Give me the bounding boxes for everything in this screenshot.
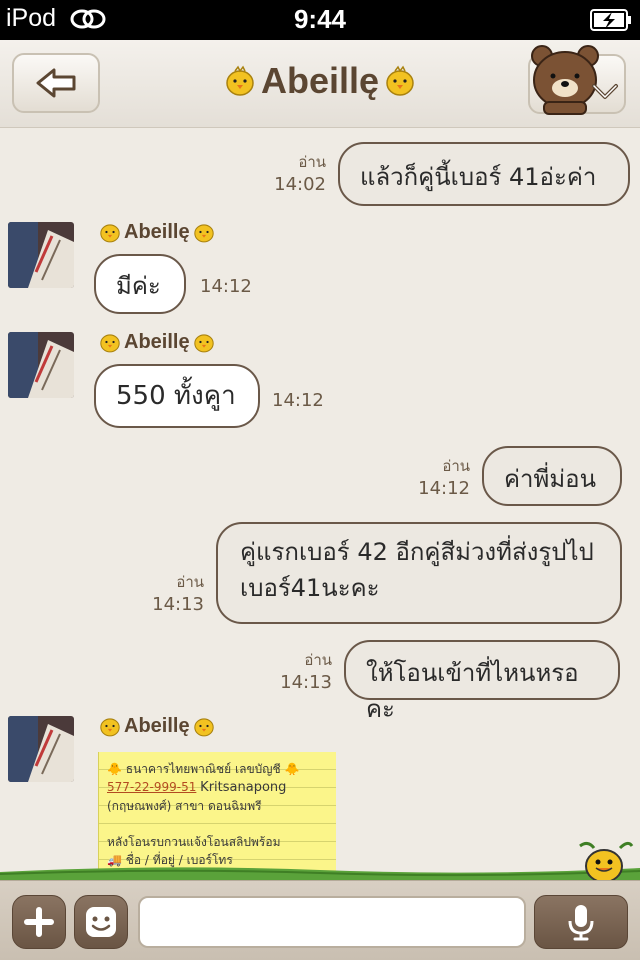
note-line: หลังโอนรบกวนแจ้งโอนสลิปพร้อม <box>107 835 281 849</box>
chick-icon <box>100 718 120 737</box>
message-time: 14:13 <box>280 672 332 693</box>
account-name: Kritsanapong <box>200 780 287 795</box>
note-line: (กฤษณพงศ์) สาขา ดอนฉิมพรี <box>107 799 262 813</box>
sender-name-text: Abeillę <box>124 220 190 243</box>
read-receipt: อ่าน <box>304 651 332 669</box>
avatar-photo <box>8 332 74 398</box>
message-input-bar <box>0 880 640 960</box>
read-receipt: อ่าน <box>298 153 326 171</box>
read-receipt: อ่าน <box>442 457 470 475</box>
message-time: 14:12 <box>418 478 470 499</box>
chick-icon <box>100 224 120 243</box>
sender-name: Abeillę <box>98 220 216 244</box>
avatar-photo <box>8 716 74 782</box>
outgoing-message-bubble[interactable]: คู่แรกเบอร์ 42 อีกคู่สีม่วงที่ส่งรูปไป เ… <box>216 522 622 624</box>
note-line: 🐥 ธนาคารไทยพาณิชย์ เลขบัญชี 🐥 <box>107 762 300 776</box>
back-arrow-icon <box>36 68 76 98</box>
battery-charging-icon <box>590 9 631 31</box>
incoming-message-bubble[interactable]: 550 ทั้งคูา <box>94 364 260 428</box>
back-button[interactable] <box>12 53 100 113</box>
chat-title: Abeillę <box>140 60 500 102</box>
outgoing-message-bubble[interactable]: แล้วก็คู่นี้เบอร์ 41อ่ะค่า <box>338 142 630 206</box>
sender-name-text: Abeillę <box>124 714 190 737</box>
message-time: 14:13 <box>152 594 204 615</box>
sender-name: Abeillę <box>98 714 216 738</box>
outgoing-message-bubble[interactable]: ให้โอนเข้าที่ไหนหรอคะ <box>344 640 620 723</box>
sticker-button[interactable] <box>74 895 128 949</box>
incoming-message-bubble[interactable]: มีค่ะ <box>94 254 186 314</box>
chick-mascot-icon <box>579 841 634 882</box>
message-time: 14:12 <box>272 390 324 411</box>
clock: 9:44 <box>293 4 347 34</box>
add-button[interactable] <box>12 895 66 949</box>
status-bar: iPod 9:44 <box>0 0 640 40</box>
chevron-down-icon[interactable] <box>590 78 620 102</box>
chick-icon <box>193 334 214 353</box>
image-message[interactable]: 🐥 ธนาคารไทยพาณิชย์ เลขบัญชี 🐥 577-22-999… <box>98 752 336 880</box>
plus-icon <box>24 907 54 937</box>
avatar-photo <box>8 222 74 288</box>
chick-icon <box>100 334 120 353</box>
chick-icon <box>193 718 214 737</box>
account-number: 577-22-999-51 <box>107 780 197 794</box>
chat-title-text: Abeillę <box>260 60 380 101</box>
voice-button[interactable] <box>534 895 628 949</box>
grass-decoration <box>0 867 640 882</box>
avatar[interactable] <box>8 222 74 288</box>
sender-name-text: Abeillę <box>124 330 190 353</box>
message-meta: อ่าน 14:02 <box>274 150 326 195</box>
chick-icon <box>226 65 254 96</box>
chick-icon <box>193 224 214 243</box>
sender-name: Abeillę <box>98 330 216 354</box>
message-meta: อ่าน 14:12 <box>418 454 470 499</box>
microphone-icon <box>568 905 594 941</box>
message-input[interactable] <box>138 896 526 948</box>
chick-icon <box>386 65 414 96</box>
message-list[interactable]: อ่าน 14:02 แล้วก็คู่นี้เบอร์ 41อ่ะค่า Ab… <box>0 128 640 880</box>
read-receipt: อ่าน <box>176 573 204 591</box>
note-spacer <box>107 815 330 833</box>
avatar[interactable] <box>8 716 74 782</box>
message-meta: อ่าน 14:13 <box>152 570 204 615</box>
avatar[interactable] <box>8 332 74 398</box>
message-time: 14:12 <box>200 276 252 297</box>
message-time: 14:02 <box>274 174 326 195</box>
smiley-icon <box>86 907 116 937</box>
outgoing-message-bubble[interactable]: ค่าพี่ม่อน <box>482 446 622 506</box>
message-meta: อ่าน 14:13 <box>280 648 332 693</box>
note-line: 577-22-999-51 Kritsanapong <box>107 778 330 797</box>
